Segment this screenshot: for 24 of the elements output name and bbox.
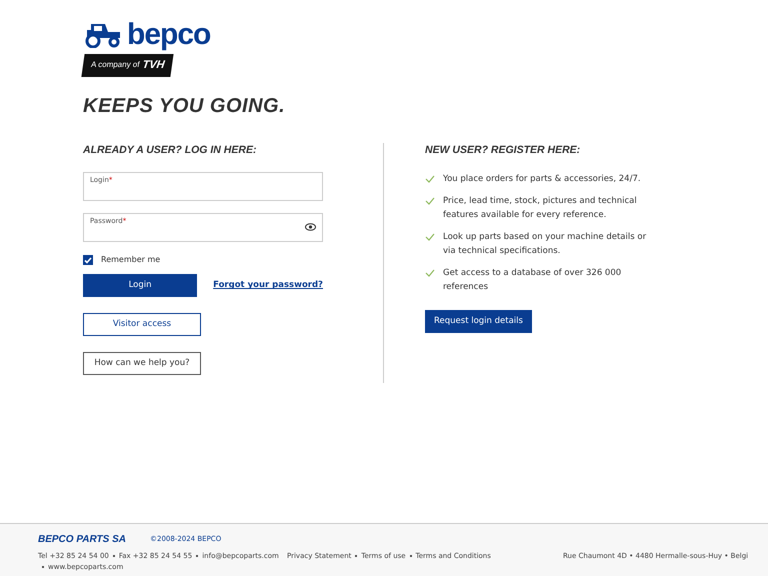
logo-text: bepco xyxy=(127,20,210,50)
tagline-text: A company of xyxy=(90,59,140,72)
forgot-password-link[interactable]: Forgot your password? xyxy=(213,279,323,292)
checkbox[interactable] xyxy=(83,255,93,266)
benefit-text: Price, lead time, stock, pictures and technical features available for every reference. xyxy=(443,195,638,222)
company-name: BEPCO PARTS SA xyxy=(38,533,126,547)
visitor-access-button[interactable]: Visitor access xyxy=(83,313,201,336)
benefit-text: You place orders for parts & accessories, 24/7. xyxy=(443,173,641,186)
section-heading: NEW USER? REGISTER HERE: xyxy=(425,142,582,158)
benefit-text: Get access to a database of over 326 000 references xyxy=(443,267,622,294)
check-icon xyxy=(425,175,435,184)
tractor-icon xyxy=(83,22,123,48)
request-login-button[interactable]: Request login details xyxy=(425,310,532,334)
checkbox-label: Remember me xyxy=(101,254,160,266)
check-icon xyxy=(425,233,435,242)
eye-icon[interactable] xyxy=(305,223,316,232)
login-button[interactable]: Login xyxy=(83,274,198,298)
slogan: KEEPS YOU GOING. xyxy=(83,94,286,118)
check-icon xyxy=(425,197,435,206)
section-heading: ALREADY A USER? LOG IN HERE: xyxy=(83,142,258,158)
tagline-brand: TVH xyxy=(141,58,166,73)
benefit-text: Look up parts based on your machine details or via technical specifications. xyxy=(443,231,648,258)
help-button[interactable]: How can we help you? xyxy=(83,352,201,376)
check-icon xyxy=(425,269,435,278)
